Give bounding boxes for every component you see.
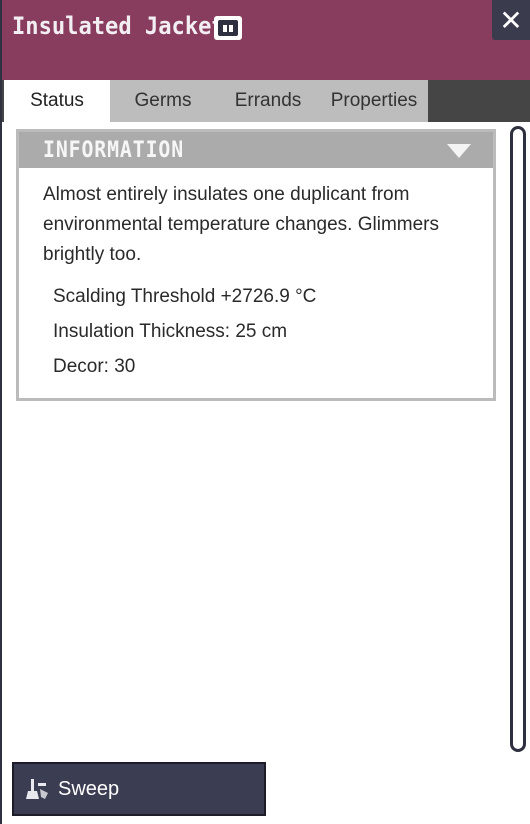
- tab-properties[interactable]: Properties: [320, 80, 428, 122]
- sweep-button[interactable]: Sweep: [12, 762, 266, 816]
- codex-button[interactable]: [214, 16, 242, 40]
- close-button[interactable]: ✕: [492, 0, 530, 40]
- tab-bar: Status Germs Errands Properties: [2, 80, 530, 122]
- window-title: Insulated Jacket: [12, 12, 225, 40]
- sweep-label: Sweep: [58, 777, 120, 800]
- information-section: INFORMATION Almost entirely insulates on…: [16, 129, 496, 401]
- stat-decor: Decor: 30: [53, 356, 136, 377]
- vertical-scrollbar[interactable]: [510, 126, 526, 752]
- section-title: INFORMATION: [43, 138, 185, 163]
- tab-errands[interactable]: Errands: [216, 80, 320, 122]
- stat-scalding-threshold: Scalding Threshold +2726.9 °C: [53, 286, 317, 307]
- details-panel: Insulated Jacket ✕ Status Germs Errands …: [0, 0, 530, 824]
- collapse-triangle-icon[interactable]: [447, 144, 471, 158]
- content-scroll-area[interactable]: INFORMATION Almost entirely insulates on…: [4, 122, 504, 752]
- information-header[interactable]: INFORMATION: [19, 132, 493, 168]
- book-icon: [218, 20, 238, 36]
- title-bar: Insulated Jacket ✕: [2, 0, 530, 80]
- stat-insulation-thickness: Insulation Thickness: 25 cm: [53, 321, 288, 342]
- tab-status[interactable]: Status: [4, 80, 110, 122]
- item-description: Almost entirely insulates one duplicant …: [43, 184, 440, 265]
- broom-icon: [26, 779, 48, 799]
- tab-germs[interactable]: Germs: [110, 80, 216, 122]
